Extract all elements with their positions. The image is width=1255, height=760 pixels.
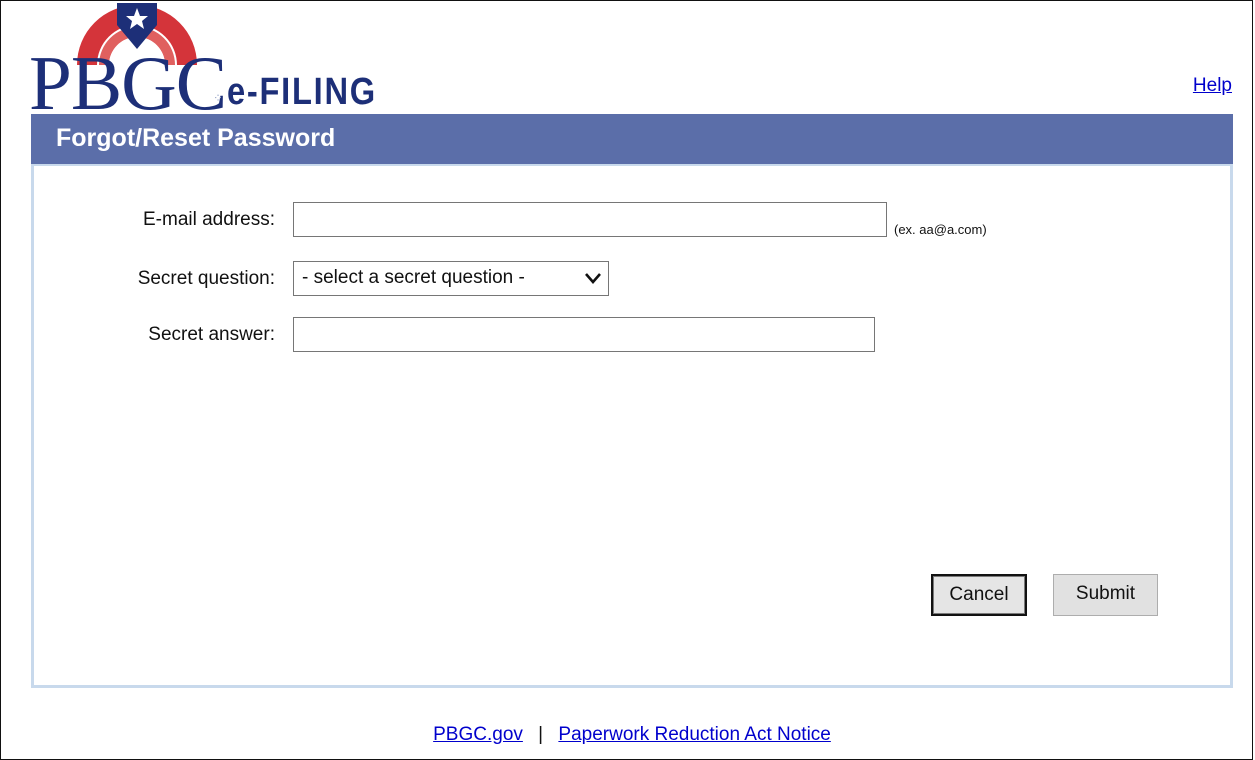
footer: PBGC.gov | Paperwork Reduction Act Notic… bbox=[1, 724, 1255, 746]
page-frame: PBGC ⁘ e-FILING PORTAL Help Forgot/Reset… bbox=[0, 0, 1253, 760]
email-label: E-mail address: bbox=[143, 209, 275, 230]
title-bar: Forgot/Reset Password bbox=[31, 114, 1233, 164]
email-field[interactable] bbox=[293, 202, 887, 237]
footer-separator: | bbox=[538, 724, 544, 745]
email-format-hint: (ex. aa@a.com) bbox=[894, 222, 987, 237]
logo-wordmark: PBGC bbox=[29, 40, 227, 126]
pbgc-gov-link[interactable]: PBGC.gov bbox=[433, 724, 523, 745]
secret-question-select[interactable]: - select a secret question - bbox=[293, 261, 609, 296]
chevron-down-icon bbox=[585, 273, 601, 284]
secret-question-selected-value: - select a secret question - bbox=[302, 267, 525, 288]
logo-decoration: ⁘ bbox=[213, 91, 224, 105]
secret-answer-field[interactable] bbox=[293, 317, 875, 352]
reset-password-form: E-mail address: (ex. aa@a.com) Secret qu… bbox=[31, 164, 1233, 688]
cancel-button[interactable]: Cancel bbox=[931, 574, 1027, 616]
help-link[interactable]: Help bbox=[1193, 75, 1232, 97]
paperwork-reduction-act-link[interactable]: Paperwork Reduction Act Notice bbox=[558, 724, 830, 745]
submit-button[interactable]: Submit bbox=[1053, 574, 1158, 616]
secret-question-label: Secret question: bbox=[137, 268, 275, 289]
pbgc-logo[interactable]: PBGC ⁘ e-FILING PORTAL bbox=[29, 3, 549, 157]
page-title: Forgot/Reset Password bbox=[56, 124, 336, 152]
secret-answer-label: Secret answer: bbox=[148, 324, 275, 345]
